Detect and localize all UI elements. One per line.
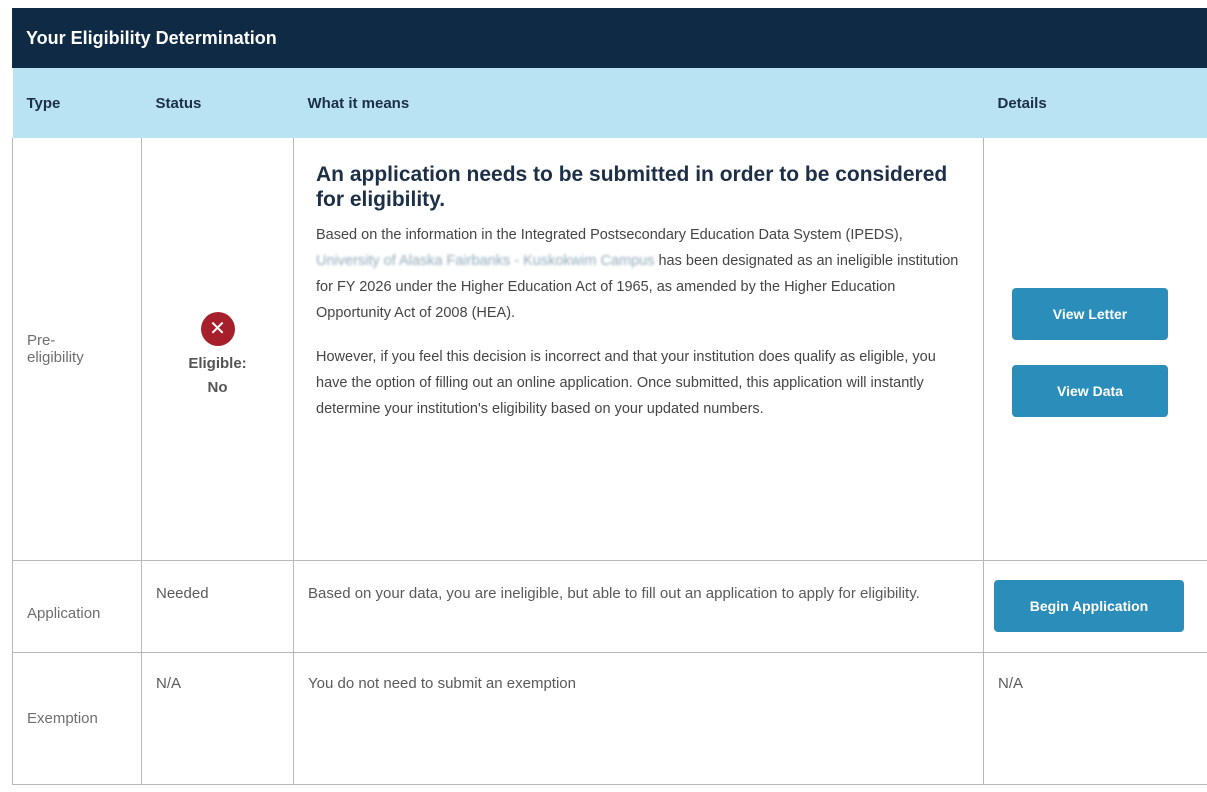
type-label-line1: Pre- [27, 331, 56, 349]
status-value: No [207, 378, 228, 396]
details-cell: N/A [983, 652, 1207, 785]
table-row-exemption: Exemption N/A You do not need to submit … [12, 652, 1207, 785]
application-option-text: However, if you feel this decision is in… [316, 349, 936, 417]
column-header-details: Details [983, 68, 1207, 138]
eligibility-headline: An application needs to be submitted in … [316, 163, 948, 211]
details-cell: Begin Application [983, 560, 1207, 653]
details-cell: View Letter View Data [983, 138, 1207, 561]
begin-application-button[interactable]: Begin Application [994, 580, 1184, 632]
eligibility-panel: Your Eligibility Determination Type Stat… [12, 8, 1207, 792]
table-header-row: Type Status What it means Details [12, 68, 1207, 138]
type-cell: Exemption [12, 652, 142, 785]
type-cell: Pre- eligibility [12, 138, 142, 561]
type-label: Exemption [27, 709, 98, 727]
eligibility-table: Type Status What it means Details Pre- e… [12, 68, 1207, 785]
column-header-type: Type [12, 68, 142, 138]
what-it-means-cell: An application needs to be submitted in … [293, 138, 984, 561]
status-cell: Needed [141, 560, 294, 653]
explanation-text-start: Based on the information in the Integrat… [316, 227, 903, 243]
x-circle-icon: ✕ [200, 311, 235, 346]
redacted-institution-name: University of Alaska Fairbanks - Kuskokw… [316, 253, 655, 269]
type-cell: Application [12, 560, 142, 653]
status-label: Eligible: [188, 354, 247, 372]
what-it-means-cell: Based on your data, you are ineligible, … [293, 560, 984, 653]
table-row-application: Application Needed Based on your data, y… [12, 560, 1207, 653]
panel-title: Your Eligibility Determination [12, 8, 1207, 68]
view-letter-button[interactable]: View Letter [1012, 288, 1168, 341]
eligibility-explanation: Based on the information in the Integrat… [316, 222, 961, 326]
what-it-means-cell: You do not need to submit an exemption [293, 652, 984, 785]
column-header-what-it-means: What it means [293, 68, 984, 138]
status-cell: N/A [141, 652, 294, 785]
table-row-pre-eligibility: Pre- eligibility ✕ Eligible: No An appli… [12, 138, 1207, 561]
type-label-line2: eligibility [27, 348, 84, 366]
view-data-button[interactable]: View Data [1012, 365, 1168, 418]
column-header-status: Status [141, 68, 294, 138]
status-cell: ✕ Eligible: No [141, 138, 294, 561]
